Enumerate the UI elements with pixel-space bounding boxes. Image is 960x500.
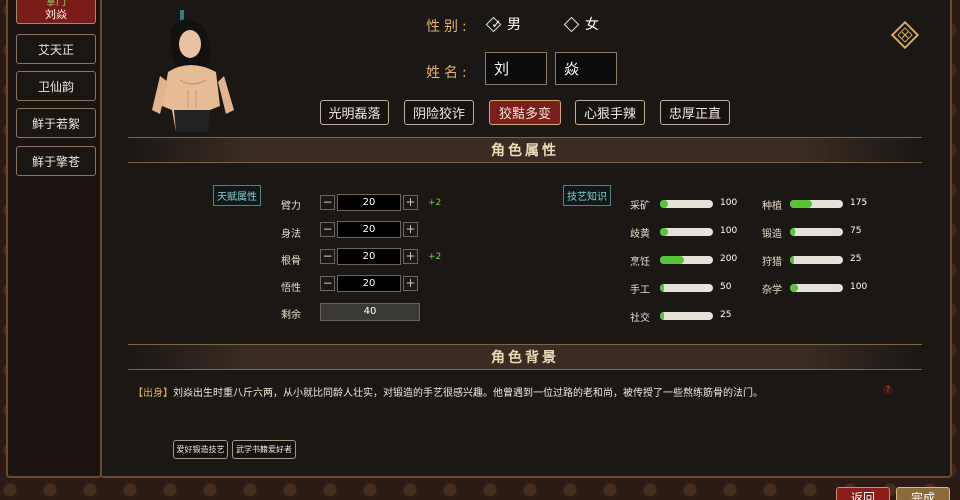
attributes-header: 角色属性 bbox=[128, 137, 922, 163]
skill-label: 种植 bbox=[762, 201, 782, 212]
trait-button[interactable]: 心狠手辣 bbox=[575, 100, 645, 125]
section-title: 角色属性 bbox=[491, 143, 559, 159]
skill-label: 狩猎 bbox=[762, 257, 782, 268]
stat-label: 悟性 bbox=[281, 283, 301, 294]
skill-value: 25 bbox=[850, 254, 862, 264]
skill-progress-fill bbox=[660, 200, 668, 208]
stat-label: 根骨 bbox=[281, 256, 301, 267]
skill-label: 杂学 bbox=[762, 285, 782, 296]
stat-label: 臂力 bbox=[281, 201, 301, 212]
plus-button[interactable]: + bbox=[403, 276, 418, 291]
character-portrait bbox=[152, 10, 234, 132]
trait-button-selected[interactable]: 狡黠多变 bbox=[489, 100, 561, 125]
stat-bonus: +2 bbox=[428, 198, 442, 208]
origin-text: 【出身】刘焱出生时重八斤六两，从小就比同龄人壮实，对锻造的手艺很感兴趣。他曾遇到… bbox=[133, 384, 763, 399]
skill-progress-fill bbox=[660, 312, 665, 320]
gender-label: 性别: bbox=[426, 19, 471, 35]
background-header: 角色背景 bbox=[128, 344, 922, 370]
stat-label: 身法 bbox=[281, 229, 301, 240]
hobby-badge[interactable]: 武学书籍爱好者 bbox=[232, 440, 296, 459]
plus-button[interactable]: + bbox=[403, 195, 418, 210]
skill-progress-fill bbox=[790, 256, 795, 264]
roster-item-active[interactable]: 掌门 刘焱 bbox=[16, 0, 96, 24]
skill-label: 手工 bbox=[630, 285, 650, 296]
skill-progress-bar bbox=[790, 200, 843, 208]
minus-button[interactable]: − bbox=[320, 222, 335, 237]
skill-value: 50 bbox=[720, 282, 732, 292]
skill-label: 歧黄 bbox=[630, 229, 650, 240]
skill-value: 200 bbox=[720, 254, 738, 264]
skill-value: 25 bbox=[720, 310, 732, 320]
roster-name: 刘焱 bbox=[45, 8, 67, 21]
minus-button[interactable]: − bbox=[320, 276, 335, 291]
skill-tag: 技艺知识 bbox=[563, 185, 611, 206]
stat-value: 20 bbox=[337, 194, 401, 211]
skill-progress-bar bbox=[660, 312, 713, 320]
roster-item[interactable]: 卫仙韵 bbox=[16, 71, 96, 101]
remain-value: 40 bbox=[320, 303, 420, 321]
skill-progress-fill bbox=[660, 256, 684, 264]
skill-progress-bar bbox=[660, 228, 713, 236]
skill-label: 烹饪 bbox=[630, 257, 650, 268]
minus-button[interactable]: − bbox=[320, 195, 335, 210]
skill-progress-fill bbox=[660, 284, 665, 292]
stat-bonus: +2 bbox=[428, 252, 442, 262]
roster-item[interactable]: 鲜于若絮 bbox=[16, 108, 96, 138]
stat-value: 20 bbox=[337, 275, 401, 292]
gender-option-label: 男 bbox=[507, 17, 521, 33]
done-button[interactable]: 完成 bbox=[896, 487, 950, 500]
checkbox-icon: ✓ bbox=[485, 16, 501, 32]
skill-progress-fill bbox=[790, 200, 813, 208]
stat-value: 20 bbox=[337, 248, 401, 265]
skill-progress-fill bbox=[790, 228, 796, 236]
roster-item[interactable]: 鲜于擎苍 bbox=[16, 146, 96, 176]
name-label: 姓名: bbox=[426, 65, 471, 81]
skill-label: 采矿 bbox=[630, 201, 650, 212]
skill-label: 锻造 bbox=[762, 229, 782, 240]
skill-progress-fill bbox=[790, 284, 798, 292]
skill-progress-fill bbox=[660, 228, 668, 236]
plus-button[interactable]: + bbox=[403, 222, 418, 237]
minus-button[interactable]: − bbox=[320, 249, 335, 264]
roster-item[interactable]: 艾天正 bbox=[16, 34, 96, 64]
plus-button[interactable]: + bbox=[403, 249, 418, 264]
gender-option-male[interactable]: ✓ 男 bbox=[485, 14, 521, 34]
skill-progress-bar bbox=[790, 228, 843, 236]
skill-progress-bar bbox=[660, 200, 713, 208]
remain-label: 剩余 bbox=[281, 310, 301, 321]
checkbox-icon bbox=[563, 16, 580, 32]
gender-option-label: 女 bbox=[585, 17, 599, 33]
seal-icon[interactable] bbox=[890, 20, 920, 50]
talent-tag: 天赋属性 bbox=[213, 185, 261, 206]
hobby-badge[interactable]: 爱好锻造技艺 bbox=[173, 440, 228, 459]
surname-input[interactable]: 刘 bbox=[485, 52, 547, 85]
skill-value: 75 bbox=[850, 226, 862, 236]
origin-tag: 【出身】 bbox=[133, 388, 173, 399]
skill-value: 100 bbox=[720, 226, 738, 236]
help-icon[interactable]: ? bbox=[883, 385, 893, 395]
back-button[interactable]: 返回 bbox=[836, 487, 890, 500]
skill-value: 175 bbox=[850, 198, 868, 208]
gender-option-female[interactable]: 女 bbox=[563, 14, 599, 34]
skill-value: 100 bbox=[720, 198, 738, 208]
skill-value: 100 bbox=[850, 282, 868, 292]
roster-panel: 掌门 刘焱 艾天正 卫仙韵 鲜于若絮 鲜于擎苍 bbox=[6, 0, 102, 478]
given-name-input[interactable]: 焱 bbox=[555, 52, 617, 85]
origin-description: 刘焱出生时重八斤六两，从小就比同龄人壮实，对锻造的手艺很感兴趣。他曾遇到一位过路… bbox=[173, 388, 763, 399]
skill-progress-bar bbox=[790, 284, 843, 292]
section-title: 角色背景 bbox=[491, 350, 559, 366]
trait-button[interactable]: 光明磊落 bbox=[320, 100, 389, 125]
skill-label: 社交 bbox=[630, 313, 650, 324]
skill-progress-bar bbox=[660, 256, 713, 264]
trait-button[interactable]: 忠厚正直 bbox=[660, 100, 730, 125]
skill-progress-bar bbox=[660, 284, 713, 292]
trait-button[interactable]: 阴险狡诈 bbox=[404, 100, 474, 125]
skill-progress-bar bbox=[790, 256, 843, 264]
stat-value: 20 bbox=[337, 221, 401, 238]
